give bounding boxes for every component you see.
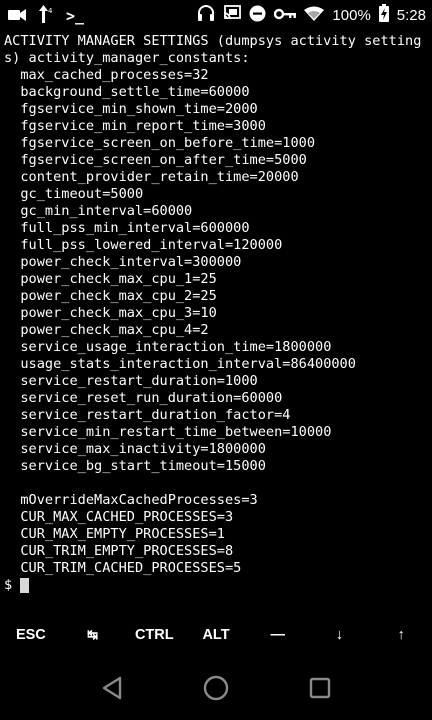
up-arrow-key[interactable]: ↑ [370, 615, 432, 655]
alt-key[interactable]: ALT [185, 615, 247, 655]
clock: 5:28 [396, 6, 426, 24]
esc-key[interactable]: ESC [0, 615, 62, 655]
prompt-symbol: $ [4, 577, 13, 593]
home-icon [203, 675, 229, 705]
down-arrow-key[interactable]: ↓ [309, 615, 371, 655]
svg-text:4: 4 [48, 7, 53, 15]
ctrl-key[interactable]: CTRL [123, 615, 185, 655]
recents-button[interactable] [300, 670, 340, 710]
headphones-icon [197, 4, 215, 26]
terminal-cursor [20, 578, 30, 593]
extra-keys-row: ESC ↹ CTRL ALT — ↓ ↑ [0, 615, 432, 655]
battery-charging-icon [378, 4, 389, 26]
terminal-prompt-icon: >_ [66, 7, 85, 25]
home-button[interactable] [196, 670, 236, 710]
battery-percent: 100% [332, 6, 371, 24]
prompt-line[interactable]: $ [4, 577, 428, 594]
vpn-key-icon [274, 6, 297, 24]
dash-key[interactable]: — [247, 615, 309, 655]
cast-icon [223, 5, 242, 25]
do-not-disturb-icon [249, 5, 266, 26]
back-icon [101, 676, 123, 704]
status-bar: 4 >_ 100% 5:28 [0, 0, 432, 30]
navigation-bar [0, 660, 432, 720]
terminal-view[interactable]: ACTIVITY MANAGER SETTINGS (dumpsys activ… [4, 33, 428, 605]
wifi-icon [304, 6, 325, 25]
terminal-output: ACTIVITY MANAGER SETTINGS (dumpsys activ… [4, 33, 422, 576]
video-camera-icon [8, 7, 26, 26]
tab-key[interactable]: ↹ [62, 615, 124, 655]
back-button[interactable] [92, 670, 132, 710]
signal-icon: 4 [38, 5, 54, 27]
recents-icon [309, 677, 331, 703]
